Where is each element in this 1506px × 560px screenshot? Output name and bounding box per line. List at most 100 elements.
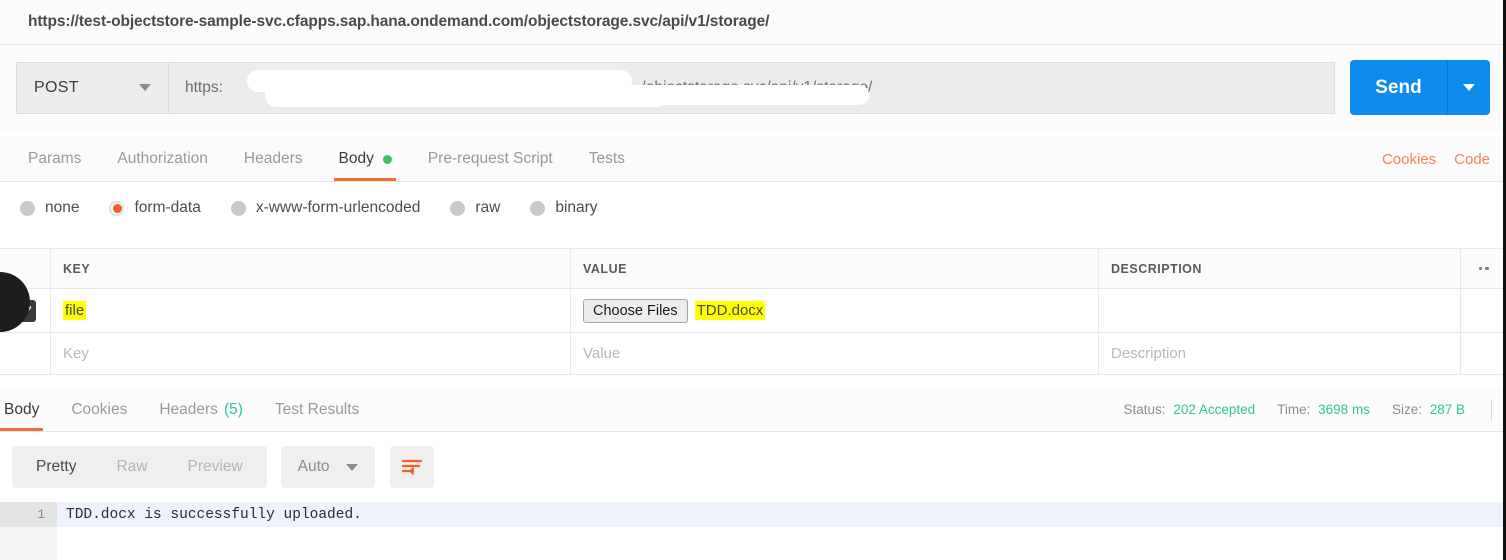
response-tab-cookies[interactable]: Cookies xyxy=(55,388,143,431)
chevron-down-icon xyxy=(139,84,151,91)
radio-binary[interactable]: binary xyxy=(530,199,598,217)
radio-icon xyxy=(450,200,466,216)
placeholder-key-cell[interactable]: Key xyxy=(51,333,571,374)
tab-label: Headers xyxy=(243,150,303,167)
redaction-mark xyxy=(499,84,869,105)
tab-params[interactable]: Params xyxy=(10,137,99,181)
description-placeholder-text: Description xyxy=(1111,345,1187,362)
response-tab-list: Body Cookies Headers (5) Test Results xyxy=(0,388,375,431)
radio-form-data[interactable]: form-data xyxy=(109,199,201,217)
request-url-prefix: https: xyxy=(185,78,223,96)
tab-label: Body xyxy=(338,150,374,167)
word-wrap-icon xyxy=(401,459,422,475)
send-options-button[interactable] xyxy=(1448,84,1490,91)
selected-file-name: TDD.docx xyxy=(694,301,766,320)
response-tab-test-results[interactable]: Test Results xyxy=(259,388,375,431)
tab-label: Pre-request Script xyxy=(427,150,553,167)
radio-raw[interactable]: raw xyxy=(450,199,500,217)
row-value-cell[interactable]: Choose Files TDD.docx xyxy=(571,289,1099,332)
form-data-table: KEY VALUE DESCRIPTION file Choose Files … xyxy=(0,248,1506,375)
radio-label: form-data xyxy=(134,199,201,216)
row-description-cell[interactable] xyxy=(1099,289,1460,332)
radio-label: x-www-form-urlencoded xyxy=(255,199,421,216)
request-tab-links: Cookies Code xyxy=(1382,137,1506,181)
radio-label: none xyxy=(45,199,80,216)
radio-icon xyxy=(20,200,35,216)
request-bar: POST https: xxxxxxxxxxxxxxxxxxxxxxxxxxxx… xyxy=(0,45,1506,130)
placeholder-checkbox-cell[interactable] xyxy=(0,333,51,374)
ellipsis-icon xyxy=(1478,266,1489,271)
postman-window: https://test-objectstore-sample-svc.cfap… xyxy=(0,0,1506,560)
radio-label: raw xyxy=(475,199,501,216)
value-placeholder-text: Value xyxy=(583,345,621,362)
table-row: file Choose Files TDD.docx xyxy=(0,289,1506,333)
code-line: 1 TDD.docx is successfully uploaded. xyxy=(0,502,1506,527)
chevron-down-icon xyxy=(345,463,358,471)
response-format-dropdown[interactable]: Auto xyxy=(280,446,375,488)
request-tab-list: Params Authorization Headers Body Pre-re… xyxy=(0,137,643,181)
full-url-text: https://test-objectstore-sample-svc.cfap… xyxy=(28,13,770,30)
placeholder-value-cell[interactable]: Value xyxy=(571,333,1099,374)
request-url-input[interactable]: https: xxxxxxxxxxxxxxxxxxxxxxxxxxxxxxxxx… xyxy=(168,61,1335,114)
status-value: 202 Accepted xyxy=(1173,402,1256,417)
send-button-group[interactable]: Send xyxy=(1350,60,1490,115)
radio-icon xyxy=(530,200,546,216)
http-method-dropdown[interactable]: POST xyxy=(16,61,168,114)
response-toolbar: Pretty Raw Preview Auto xyxy=(0,432,1506,502)
code-empty-area xyxy=(0,527,1506,560)
response-body-viewer[interactable]: 1 TDD.docx is successfully uploaded. xyxy=(0,502,1506,560)
format-label: Auto xyxy=(297,458,330,475)
tab-authorization[interactable]: Authorization xyxy=(99,137,225,181)
radio-icon xyxy=(230,200,246,216)
size-stat[interactable]: Size: 287 B xyxy=(1392,402,1465,417)
header-key-cell: KEY xyxy=(51,249,571,288)
response-tab-body[interactable]: Body xyxy=(0,388,55,431)
row-key-cell[interactable]: file xyxy=(51,289,571,332)
column-header-key: KEY xyxy=(63,261,91,276)
view-mode-raw[interactable]: Raw xyxy=(96,446,167,488)
response-body-text: TDD.docx is successfully uploaded. xyxy=(66,506,362,523)
http-method-label: POST xyxy=(34,78,79,96)
radio-none[interactable]: none xyxy=(20,199,79,217)
request-tab-bar: Params Authorization Headers Body Pre-re… xyxy=(0,137,1506,182)
tab-label: Tests xyxy=(588,150,625,167)
key-placeholder-text: Key xyxy=(63,345,89,362)
radio-selected-icon xyxy=(109,200,125,216)
time-stat[interactable]: Time: 3698 ms xyxy=(1277,402,1370,417)
header-value-cell: VALUE xyxy=(571,249,1099,288)
size-label: Size: xyxy=(1391,402,1422,417)
table-placeholder-row: Key Value Description xyxy=(0,333,1506,375)
send-button[interactable]: Send xyxy=(1350,60,1448,115)
tab-body[interactable]: Body xyxy=(320,137,409,181)
response-tab-headers[interactable]: Headers (5) xyxy=(143,388,259,431)
status-stat[interactable]: Status: 202 Accepted xyxy=(1124,402,1256,417)
view-mode-pretty[interactable]: Pretty xyxy=(16,446,96,488)
size-value: 287 B xyxy=(1429,402,1465,417)
tab-tests[interactable]: Tests xyxy=(571,137,643,181)
placeholder-description-cell[interactable]: Description xyxy=(1099,333,1460,374)
tab-label: Cookies xyxy=(71,400,128,418)
bulk-edit-button[interactable] xyxy=(1460,249,1506,288)
line-number: 1 xyxy=(0,502,57,527)
word-wrap-toggle[interactable] xyxy=(389,446,434,488)
response-view-mode-group: Pretty Raw Preview xyxy=(12,446,267,488)
table-header-row: KEY VALUE DESCRIPTION xyxy=(0,248,1506,289)
gutter-filler xyxy=(0,527,57,560)
chevron-down-icon xyxy=(1463,84,1475,91)
choose-files-button[interactable]: Choose Files xyxy=(583,298,688,323)
tab-headers[interactable]: Headers xyxy=(226,137,321,181)
radio-label: binary xyxy=(555,199,598,216)
header-description-cell: DESCRIPTION xyxy=(1099,249,1460,288)
tab-pre-request-script[interactable]: Pre-request Script xyxy=(410,137,571,181)
tab-label: Authorization xyxy=(117,150,208,167)
response-tab-bar: Body Cookies Headers (5) Test Results St… xyxy=(0,388,1506,432)
view-mode-preview[interactable]: Preview xyxy=(168,446,263,488)
headers-count-badge: (5) xyxy=(223,400,243,418)
radio-x-www-form-urlencoded[interactable]: x-www-form-urlencoded xyxy=(230,199,421,217)
column-header-value: VALUE xyxy=(583,261,627,276)
row-key-text: file xyxy=(63,301,87,320)
cookies-link[interactable]: Cookies xyxy=(1382,151,1436,168)
tab-label: Body xyxy=(4,400,40,418)
code-link[interactable]: Code xyxy=(1454,151,1490,168)
body-modified-dot-icon xyxy=(382,154,392,164)
